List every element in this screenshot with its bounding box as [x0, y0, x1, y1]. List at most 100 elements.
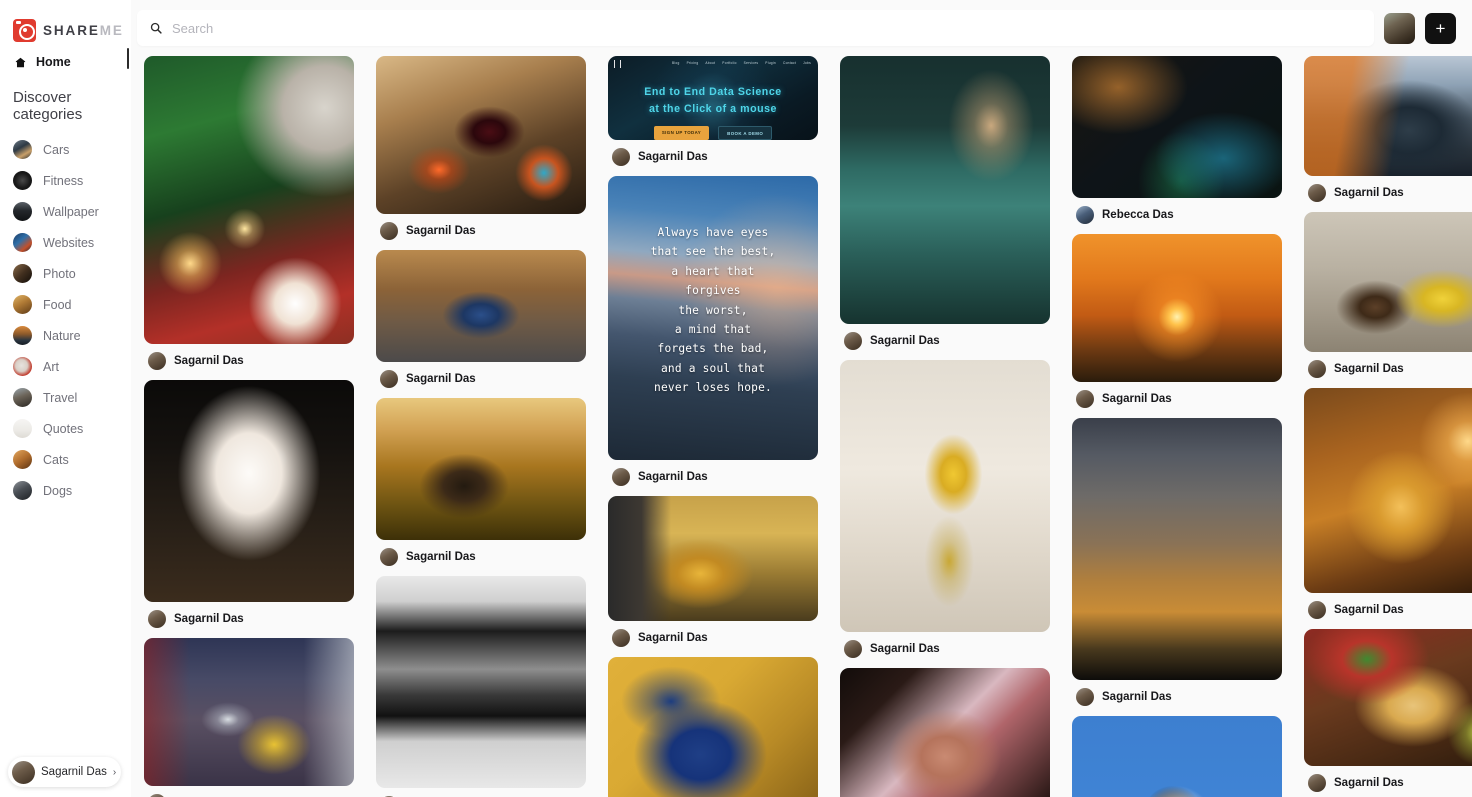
pin-card[interactable]: Sagarnil Das: [144, 638, 354, 797]
avatar: [148, 610, 166, 628]
pin-image-guitar-strings-bw[interactable]: [376, 576, 586, 788]
pin-author[interactable]: Sagarnil Das: [1304, 352, 1472, 379]
pin-image-bugatti-sports-car[interactable]: [1304, 56, 1472, 176]
pin-image-elderly-woman-portrait[interactable]: [840, 668, 1050, 797]
sidebar-item-food[interactable]: Food: [0, 289, 131, 320]
pin-image-burrito-wrap-food[interactable]: [1304, 629, 1472, 766]
pin-author[interactable]: Sagarnil Das: [608, 140, 818, 167]
pin-author[interactable]: Sagarnil Das: [144, 602, 354, 629]
pin-card[interactable]: Sagarnil Das: [376, 398, 586, 567]
category-thumb-cats: [13, 450, 32, 469]
topbar-avatar[interactable]: [1384, 12, 1415, 44]
pin-card[interactable]: Sagarnil Das: [840, 360, 1050, 659]
pin-author-name: Sagarnil Das: [638, 471, 708, 483]
banner-demo-button[interactable]: BOOK A DEMO: [718, 126, 773, 140]
sidebar-item-home[interactable]: Home: [14, 55, 131, 69]
pin-image-bokeh-code-screen[interactable]: [1072, 56, 1282, 198]
pin-author[interactable]: Rebecca Das: [1072, 198, 1282, 225]
pin-card[interactable]: Blog Pricing About Portfolio Services Pl…: [608, 56, 818, 167]
pin-image-underwater-boy-fishing-teddy[interactable]: [840, 56, 1050, 324]
pin-author[interactable]: Sagarnil Das: [608, 460, 818, 487]
pin-author[interactable]: Sagarnil Das: [1304, 593, 1472, 620]
pin-card[interactable]: Sagarnil Das: [144, 380, 354, 629]
pin-card[interactable]: Sagarnil Das: [840, 56, 1050, 351]
pin-card[interactable]: Sagarnil Das: [1304, 629, 1472, 793]
pin-author[interactable]: Sagarnil Das: [608, 621, 818, 648]
avatar: [148, 352, 166, 370]
pin-card[interactable]: Sagarnil Das: [840, 668, 1050, 797]
pin-image-blue-yellow-horse-painting[interactable]: [608, 657, 818, 797]
banner-signup-button[interactable]: SIGN UP TODAY: [653, 126, 710, 140]
pin-card[interactable]: Sagarnil Das: [1304, 56, 1472, 203]
pin-image-storm-clouds-city[interactable]: [1072, 418, 1282, 680]
pin-author[interactable]: Sagarnil Das: [376, 788, 586, 797]
avatar: [1308, 601, 1326, 619]
pin-image-boys-playing-river[interactable]: [1304, 212, 1472, 352]
pin-author[interactable]: Sagarnil Das: [144, 786, 354, 797]
sidebar-item-dogs[interactable]: Dogs: [0, 475, 131, 506]
pin-image-wine-glasses-lantern[interactable]: [376, 56, 586, 214]
add-pin-button[interactable]: +: [1425, 12, 1456, 44]
sidebar-item-quotes[interactable]: Quotes: [0, 413, 131, 444]
pin-author[interactable]: Sagarnil Das: [1072, 382, 1282, 409]
search-bar[interactable]: [137, 10, 1374, 46]
pin-image-sunset-birds-river[interactable]: [1072, 234, 1282, 382]
category-thumb-cars: [13, 140, 32, 159]
pin-card[interactable]: Sagarnil Das: [1304, 388, 1472, 620]
pin-image-gym-barbell-workout[interactable]: [376, 250, 586, 362]
banner-nav-item: Contact: [782, 61, 797, 65]
banner-nav-item: About: [705, 61, 716, 65]
pin-image-penguin-blue-sky[interactable]: [1072, 716, 1282, 797]
pin-image-couple-park-sunset[interactable]: [376, 398, 586, 540]
pin-author[interactable]: Sagarnil Das: [840, 632, 1050, 659]
category-thumb-art: [13, 357, 32, 376]
sidebar-item-cars[interactable]: Cars: [0, 134, 131, 165]
pin-card[interactable]: Sagarnil Das: [1072, 716, 1282, 797]
pin-author[interactable]: Sagarnil Das: [376, 540, 586, 567]
sidebar-item-wallpaper[interactable]: Wallpaper: [0, 196, 131, 227]
pin-card[interactable]: Always have eyes that see the best, a he…: [608, 176, 818, 487]
sidebar-item-art[interactable]: Art: [0, 351, 131, 382]
pin-card[interactable]: Rebecca Das: [1072, 56, 1282, 225]
pin-card[interactable]: Sagarnil Das: [1304, 212, 1472, 379]
pin-author[interactable]: Sagarnil Das: [840, 324, 1050, 351]
sidebar-item-fitness[interactable]: Fitness: [0, 165, 131, 196]
pin-card[interactable]: Sagarnil Das: [144, 56, 354, 371]
feed-column: Rebecca Das Sagarnil Das Sagarnil Das: [1072, 56, 1282, 797]
pin-image-girl-yellow-dress-reflection[interactable]: [840, 360, 1050, 632]
pin-card[interactable]: Sagarnil Das: [376, 250, 586, 389]
pin-author[interactable]: Sagarnil Das: [1304, 176, 1472, 203]
search-input[interactable]: [172, 20, 1362, 36]
sidebar-item-nature[interactable]: Nature: [0, 320, 131, 351]
pin-card[interactable]: Sagarnil Das: [376, 56, 586, 241]
sidebar-item-cats[interactable]: Cats: [0, 444, 131, 475]
sidebar-item-photo[interactable]: Photo: [0, 258, 131, 289]
pin-author[interactable]: Sagarnil Das: [376, 362, 586, 389]
pin-author[interactable]: Sagarnil Das: [1304, 766, 1472, 793]
pin-author[interactable]: Sagarnil Das: [376, 214, 586, 241]
pin-image-white-kitten[interactable]: [144, 380, 354, 602]
pin-author[interactable]: Sagarnil Das: [144, 344, 354, 371]
chevron-right-icon: ›: [112, 766, 117, 778]
pin-card[interactable]: Sagarnil Das: [608, 657, 818, 797]
pin-card[interactable]: Sagarnil Das: [376, 576, 586, 797]
pin-card[interactable]: Sagarnil Das: [1072, 234, 1282, 409]
pin-card[interactable]: Sagarnil Das: [1072, 418, 1282, 707]
pin-author[interactable]: Sagarnil Das: [1072, 680, 1282, 707]
category-thumb-dogs: [13, 481, 32, 500]
brand-logo[interactable]: SHAREME: [0, 0, 131, 44]
pin-image-motivational-quote-pier[interactable]: Always have eyes that see the best, a he…: [608, 176, 818, 460]
sidebar-user-profile[interactable]: Sagarnil Das ›: [8, 757, 121, 787]
pin-author-name: Sagarnil Das: [406, 373, 476, 385]
discover-categories-heading: Discover categories: [13, 89, 83, 123]
pin-image-christmas-tree-santa[interactable]: [144, 56, 354, 344]
pin-card[interactable]: Sagarnil Das: [608, 496, 818, 648]
pin-image-boy-yellow-wall-street[interactable]: [608, 496, 818, 621]
pin-image-city-street-traffic[interactable]: [144, 638, 354, 786]
pin-image-whiskey-glass-sunset[interactable]: [1304, 388, 1472, 593]
pin-author-name: Sagarnil Das: [1102, 393, 1172, 405]
sidebar-item-websites[interactable]: Websites: [0, 227, 131, 258]
sidebar-item-travel[interactable]: Travel: [0, 382, 131, 413]
app-root: SHAREME Home Discover categories Cars Fi…: [0, 0, 1472, 797]
pin-image-data-science-banner[interactable]: Blog Pricing About Portfolio Services Pl…: [608, 56, 818, 140]
